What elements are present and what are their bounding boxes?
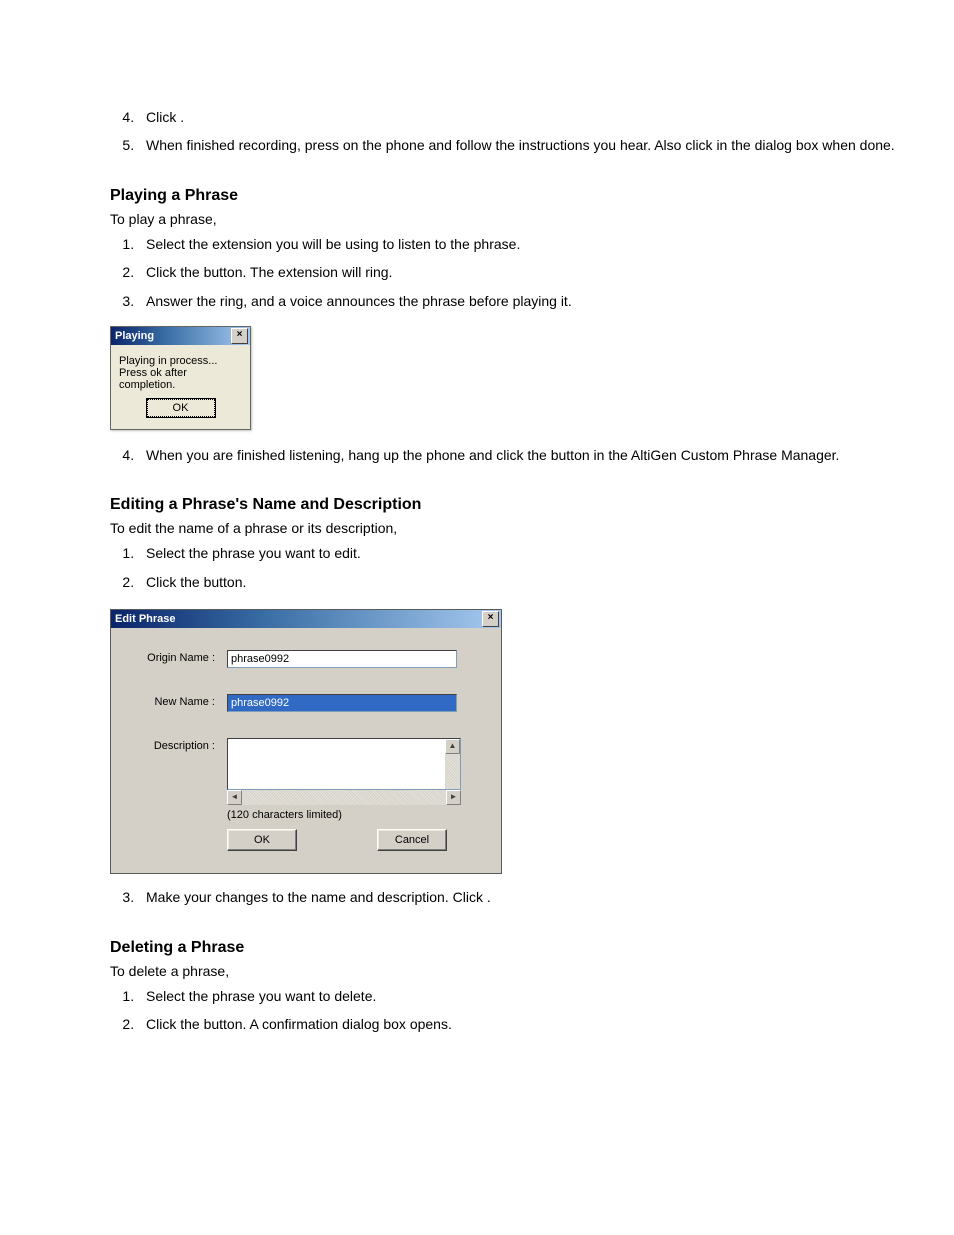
play-steps-cont: When you are finished listening, hang up… bbox=[110, 444, 904, 466]
new-name-label: New Name : bbox=[131, 694, 227, 708]
edit-steps: Select the phrase you want to edit. Clic… bbox=[110, 542, 904, 593]
playing-text-1: Playing in process... bbox=[119, 355, 242, 367]
origin-name-field[interactable] bbox=[227, 650, 457, 668]
origin-name-label: Origin Name : bbox=[131, 650, 227, 664]
delete-heading: Deleting a Phrase bbox=[110, 939, 904, 957]
new-name-field[interactable] bbox=[227, 694, 457, 712]
play-step-4: When you are finished listening, hang up… bbox=[138, 444, 904, 466]
play-lead: To play a phrase, bbox=[110, 211, 904, 227]
scroll-left-icon[interactable]: ◄ bbox=[227, 790, 242, 805]
edit-step-1: Select the phrase you want to edit. bbox=[138, 542, 904, 564]
delete-lead: To delete a phrase, bbox=[110, 963, 904, 979]
edit-title: Edit Phrase bbox=[115, 613, 176, 625]
edit-steps-cont: Make your changes to the name and descri… bbox=[110, 886, 904, 908]
description-field[interactable]: ▲ bbox=[227, 738, 461, 790]
playing-dialog: Playing × Playing in process... Press ok… bbox=[110, 326, 251, 430]
playing-titlebar: Playing × bbox=[111, 327, 250, 345]
playing-text-2: Press ok after completion. bbox=[119, 367, 242, 391]
play-step-1: Select the extension you will be using t… bbox=[138, 233, 904, 255]
delete-step-1: Select the phrase you want to delete. bbox=[138, 985, 904, 1007]
edit-step-2: Click the button. bbox=[138, 571, 904, 593]
play-step-2: Click the button. The extension will rin… bbox=[138, 261, 904, 283]
intro-steps: Click . When finished recording, press o… bbox=[110, 106, 904, 157]
close-icon[interactable]: × bbox=[482, 611, 499, 627]
char-limit-text: (120 characters limited) bbox=[227, 809, 461, 821]
delete-step-2: Click the button. A confirmation dialog … bbox=[138, 1013, 904, 1035]
scroll-up-icon[interactable]: ▲ bbox=[445, 739, 460, 754]
intro-step-5: When finished recording, press on the ph… bbox=[138, 134, 904, 156]
edit-cancel-button[interactable]: Cancel bbox=[377, 829, 447, 851]
edit-titlebar: Edit Phrase × bbox=[111, 610, 501, 628]
edit-heading: Editing a Phrase's Name and Description bbox=[110, 496, 904, 514]
edit-lead: To edit the name of a phrase or its desc… bbox=[110, 520, 904, 536]
intro-step-4: Click . bbox=[138, 106, 904, 128]
scroll-right-icon[interactable]: ► bbox=[446, 790, 461, 805]
delete-steps: Select the phrase you want to delete. Cl… bbox=[110, 985, 904, 1036]
playing-title: Playing bbox=[115, 330, 154, 342]
horizontal-scrollbar[interactable]: ◄ ► bbox=[227, 790, 461, 805]
play-heading: Playing a Phrase bbox=[110, 187, 904, 205]
play-steps: Select the extension you will be using t… bbox=[110, 233, 904, 312]
play-step-3: Answer the ring, and a voice announces t… bbox=[138, 290, 904, 312]
vertical-scrollbar[interactable]: ▲ bbox=[445, 739, 460, 789]
description-label: Description : bbox=[131, 738, 227, 752]
playing-ok-button[interactable]: OK bbox=[147, 399, 215, 417]
edit-step-3: Make your changes to the name and descri… bbox=[138, 886, 904, 908]
edit-phrase-dialog: Edit Phrase × Origin Name : New Name : D… bbox=[110, 609, 502, 874]
close-icon[interactable]: × bbox=[231, 328, 248, 344]
edit-ok-button[interactable]: OK bbox=[227, 829, 297, 851]
